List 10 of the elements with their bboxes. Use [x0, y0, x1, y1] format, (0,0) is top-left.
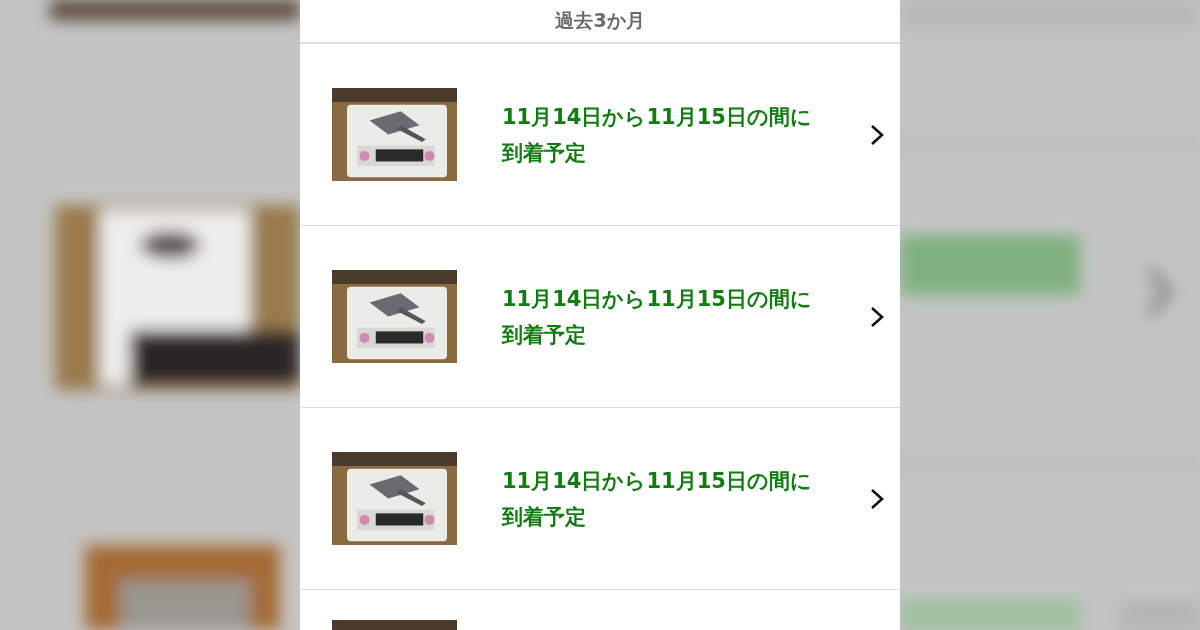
delivery-date-text: 11月14日から11月15日の間に到着予定 [502, 467, 813, 531]
order-row[interactable]: 11月14日から11月15日の間に到着予定 [300, 408, 900, 590]
delivery-date-text: 11月14日から11月15日の間に到着予定 [502, 103, 813, 167]
section-title: 過去3か月 [555, 8, 645, 33]
chevron-right-icon [870, 487, 884, 510]
chevron-right-icon [870, 123, 884, 146]
order-row[interactable]: 11月14日から11月15日の間に到着予定 [300, 44, 900, 226]
delivery-date-text: 11月14日から11月15日の間に到着予定 [502, 285, 813, 349]
chevron-right-icon [870, 305, 884, 328]
order-row[interactable]: 11月14日から11月15日の間に到着予定 [300, 226, 900, 408]
